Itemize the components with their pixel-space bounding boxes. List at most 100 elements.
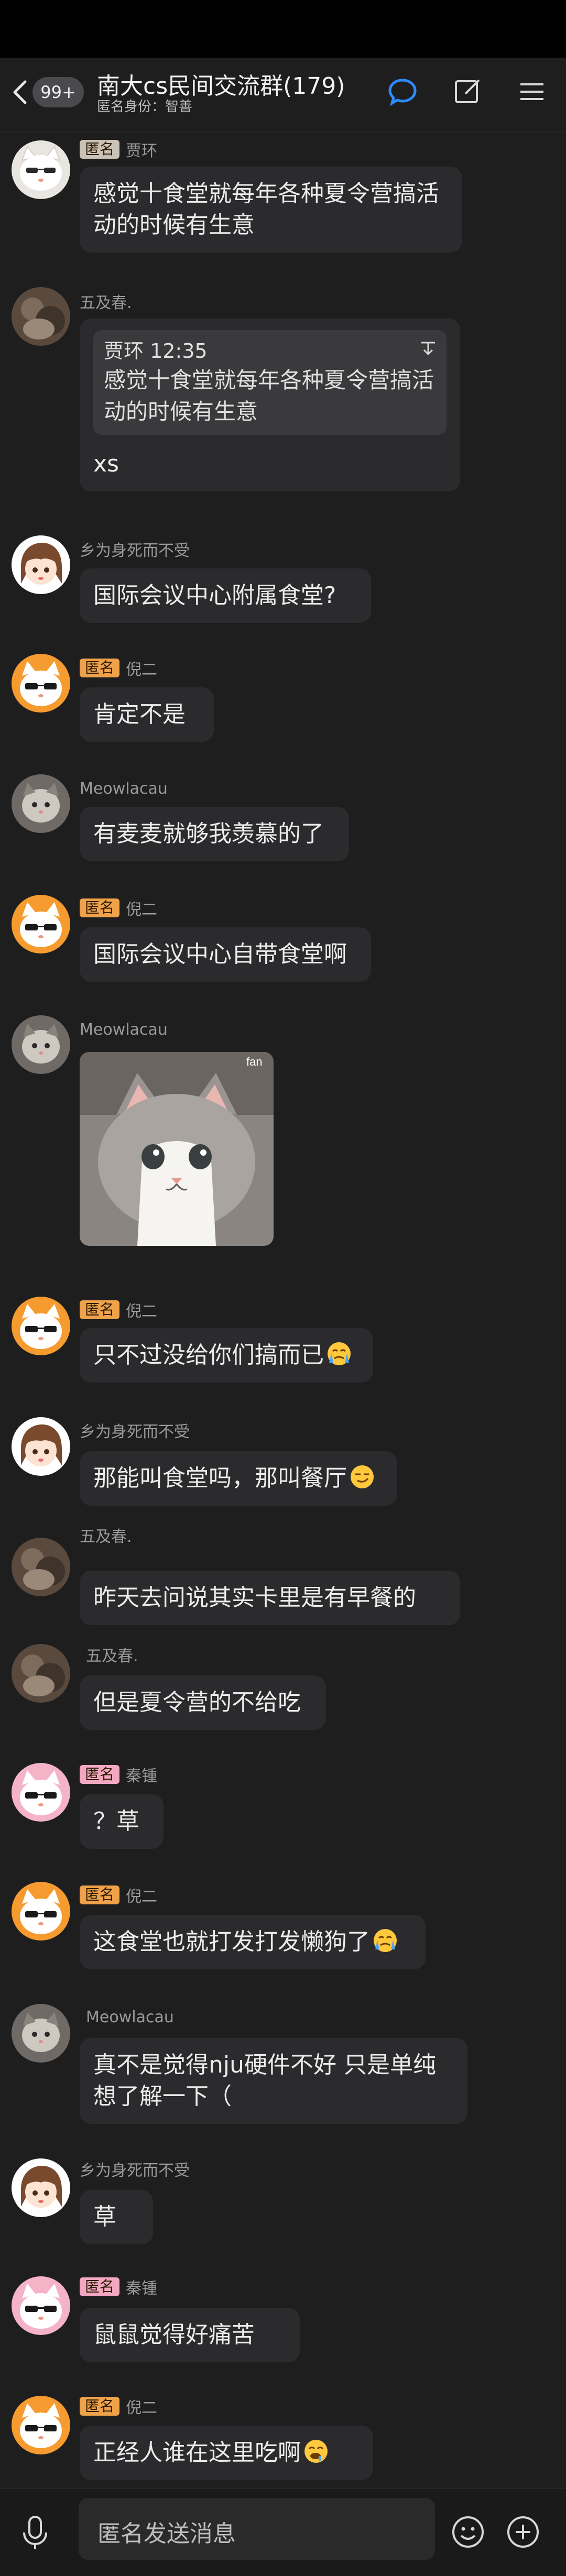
sender-name: 贾环 <box>126 142 158 160</box>
cry-emoji-icon <box>326 1341 352 1367</box>
sender-name: 乡为身死而不受 <box>80 2162 190 2180</box>
sender-line: 五及春. <box>80 291 132 312</box>
jump-to-quote-icon[interactable] <box>419 338 437 356</box>
sender-line: 匿名 倪二 <box>80 1299 158 1321</box>
sender-name: 乡为身死而不受 <box>80 542 190 560</box>
message-bubble[interactable]: 昨天去问说其实卡里是有早餐的 <box>80 1571 460 1625</box>
message-bubble[interactable]: ？草 <box>80 1794 164 1849</box>
avatar[interactable] <box>12 774 70 833</box>
sender-name: 倪二 <box>126 661 158 679</box>
message-bubble[interactable]: 草 <box>80 2190 153 2244</box>
anonymous-tag: 匿名 <box>80 140 120 159</box>
drool-emoji-icon <box>303 2438 329 2464</box>
message-bubble[interactable]: 有麦麦就够我羡慕的了 <box>80 807 349 861</box>
message-input-placeholder: 匿名发送消息 <box>97 2520 236 2547</box>
avatar[interactable] <box>12 1015 70 1074</box>
anonymous-identity-label: 匿名身份：智善 <box>97 99 193 115</box>
quote-header: 贾环 12:35 <box>104 339 208 363</box>
status-bar <box>0 0 566 58</box>
message-bubble[interactable]: 肯定不是 <box>80 687 214 742</box>
sender-line: 匿名 倪二 <box>80 657 158 679</box>
avatar[interactable] <box>12 287 70 346</box>
message-text: 真不是觉得nju硬件不好 只是单纯想了解一下（ <box>93 2052 436 2110</box>
message-text: 昨天去问说其实卡里是有早餐的 <box>93 1584 416 1611</box>
avatar[interactable] <box>12 2396 70 2454</box>
emoji-icon[interactable] <box>451 2515 485 2549</box>
sender-line: 匿名 秦锺 <box>80 1764 157 1785</box>
sender-name: 倪二 <box>126 1302 158 1321</box>
back-arrow-icon[interactable] <box>9 78 30 107</box>
sticker-watermark: fan <box>246 1055 263 1068</box>
sender-name: 五及春. <box>80 294 132 312</box>
sender-name: 五及春. <box>80 1528 132 1546</box>
voice-icon[interactable] <box>20 2515 50 2551</box>
message-bubble[interactable]: 感觉十食堂就每年各种夏令营搞活动的时候有生意 <box>80 167 462 253</box>
avatar[interactable] <box>12 1538 70 1596</box>
sender-line: 乡为身死而不受 <box>80 1420 190 1441</box>
message-text: 这食堂也就打发打发懒狗了 <box>93 1928 370 1955</box>
message-bubble[interactable]: 这食堂也就打发打发懒狗了 <box>80 1915 426 1969</box>
avatar[interactable] <box>12 2158 70 2217</box>
sender-name: Meowlacau <box>86 2008 174 2026</box>
avatar[interactable] <box>12 140 70 199</box>
sender-line: 匿名 贾环 <box>80 139 157 160</box>
message-bubble[interactable]: 贾环 12:35 感觉十食堂就每年各种夏令营搞活动的时候有生意 xs <box>80 319 460 491</box>
chat-bubble-icon[interactable] <box>387 76 418 107</box>
avatar[interactable] <box>12 1763 70 1822</box>
message-bubble[interactable]: 鼠鼠觉得好痛苦 <box>80 2308 300 2362</box>
message-text: 那能叫食堂吗，那叫餐厅 <box>93 1465 347 1492</box>
sender-line: 五及春. <box>86 1644 138 1665</box>
avatar[interactable] <box>12 1297 70 1355</box>
anonymous-tag: 匿名 <box>80 659 120 677</box>
sender-name: Meowlacau <box>80 1020 168 1039</box>
message-text: 国际会议中心附属食堂? <box>93 582 336 609</box>
sender-name: 倪二 <box>126 2399 158 2417</box>
message-bubble[interactable]: 但是夏令营的不给吃 <box>80 1675 326 1730</box>
edit-icon[interactable] <box>452 76 483 107</box>
message-bubble[interactable]: 国际会议中心自带食堂啊 <box>80 927 371 982</box>
message-bubble[interactable]: 国际会议中心附属食堂? <box>80 568 371 623</box>
message-bubble[interactable]: 那能叫食堂吗，那叫餐厅 <box>80 1451 397 1506</box>
avatar[interactable] <box>12 895 70 953</box>
smirk-emoji-icon <box>349 1464 375 1490</box>
plus-icon[interactable] <box>506 2515 540 2549</box>
anonymous-tag: 匿名 <box>80 1300 120 1319</box>
sender-name: 五及春. <box>86 1647 138 1665</box>
quoted-message[interactable]: 贾环 12:35 感觉十食堂就每年各种夏令营搞活动的时候有生意 <box>93 330 447 435</box>
sender-line: 匿名 倪二 <box>80 2396 157 2417</box>
message-text: 鼠鼠觉得好痛苦 <box>93 2321 255 2348</box>
message-text: 草 <box>93 2204 116 2230</box>
message-text: 感觉十食堂就每年各种夏令营搞活动的时候有生意 <box>93 180 439 238</box>
sender-line: Meowlacau <box>80 1019 168 1040</box>
anonymous-tag: 匿名 <box>80 1886 120 1904</box>
cat-sticker-image[interactable]: fan <box>80 1052 274 1246</box>
anonymous-tag: 匿名 <box>80 898 120 917</box>
avatar[interactable] <box>12 1417 70 1476</box>
message-bubble[interactable]: 真不是觉得nju硬件不好 只是单纯想了解一下（ <box>80 2038 467 2124</box>
sender-name: 乡为身死而不受 <box>80 1423 190 1441</box>
message-text: 肯定不是 <box>93 701 186 728</box>
quote-text: 感觉十食堂就每年各种夏令营搞活动的时候有生意 <box>104 367 434 424</box>
sender-line: 乡为身死而不受 <box>80 539 190 560</box>
avatar[interactable] <box>12 1882 70 1941</box>
sender-line: 匿名 倪二 <box>80 897 158 919</box>
message-bubble[interactable]: 正经人谁在这里吃啊 <box>80 2426 373 2480</box>
avatar[interactable] <box>12 1644 70 1703</box>
avatar[interactable] <box>12 535 70 594</box>
sender-name: 倪二 <box>126 901 158 919</box>
message-text: 正经人谁在这里吃啊 <box>93 2439 301 2466</box>
sender-name: 倪二 <box>126 1888 158 1906</box>
sender-line: 五及春. <box>80 1525 132 1546</box>
message-text: 但是夏令营的不给吃 <box>93 1689 301 1716</box>
message-text: 只不过没给你们搞而已 <box>93 1342 324 1368</box>
avatar[interactable] <box>12 2004 70 2063</box>
message-text: xs <box>93 451 119 477</box>
message-text: ？草 <box>93 1808 139 1835</box>
unread-count-badge[interactable]: 99+ <box>32 77 84 107</box>
sender-line: 乡为身死而不受 <box>80 2158 190 2180</box>
avatar[interactable] <box>12 654 70 712</box>
menu-icon[interactable] <box>516 76 548 107</box>
message-text: 国际会议中心自带食堂啊 <box>93 941 347 968</box>
avatar[interactable] <box>12 2276 70 2335</box>
message-bubble[interactable]: 只不过没给你们搞而已 <box>80 1328 373 1383</box>
